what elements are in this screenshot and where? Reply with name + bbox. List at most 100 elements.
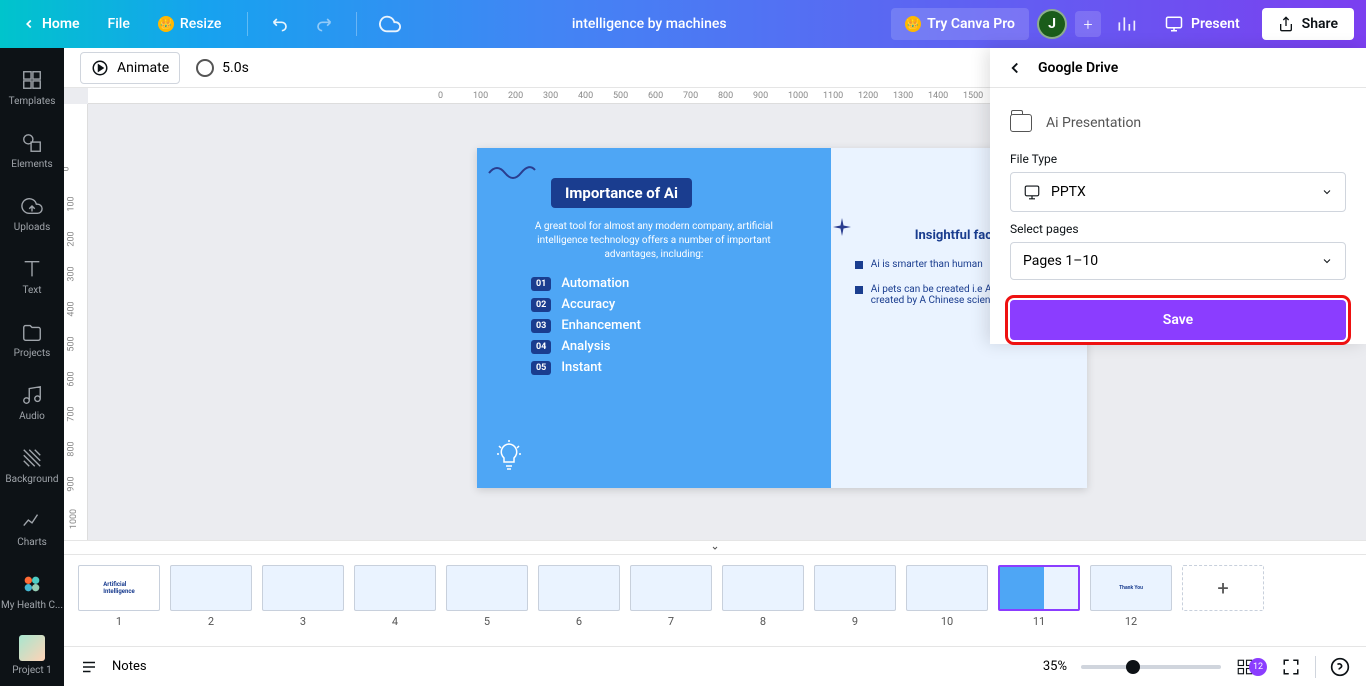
thumbnail[interactable]: Thank You	[1090, 565, 1172, 611]
help-button[interactable]	[1330, 657, 1350, 677]
present-button[interactable]: Present	[1151, 7, 1254, 41]
elements-icon	[20, 131, 44, 155]
chevron-down-icon	[1321, 255, 1333, 267]
add-page-button[interactable]: +	[1182, 565, 1264, 611]
chevron-left-icon	[22, 17, 36, 31]
sidebar-label: Elements	[11, 159, 52, 170]
sidebar-label: My Health C...	[1, 600, 63, 611]
animate-button[interactable]: Animate	[80, 52, 180, 84]
back-icon[interactable]	[1006, 59, 1024, 77]
sidebar-item-audio[interactable]: Audio	[0, 375, 64, 430]
pages-value: Pages 1–10	[1023, 253, 1098, 269]
thumbnail[interactable]	[814, 565, 896, 611]
save-button[interactable]: Save	[1010, 300, 1346, 340]
page-count-badge: 12	[1249, 658, 1267, 676]
slide-list: 01Automation 02Accuracy 03Enhancement 04…	[531, 276, 797, 375]
share-button[interactable]: Share	[1262, 8, 1354, 40]
sidebar-label: Audio	[19, 411, 45, 422]
thumbnail[interactable]	[170, 565, 252, 611]
pages-label: Select pages	[1010, 222, 1346, 236]
sidebar-item-myhealth[interactable]: My Health C...	[0, 564, 64, 619]
vertical-ruler: 0 100 200 300 400 500 600 700 800 900 10…	[64, 104, 88, 554]
filetype-value: PPTX	[1051, 184, 1086, 200]
text-icon	[20, 257, 44, 281]
list-item: 04Analysis	[531, 339, 797, 354]
thumb-number: 9	[852, 615, 858, 628]
resize-button[interactable]: 👑 Resize	[148, 10, 232, 38]
thumbnail[interactable]	[998, 565, 1080, 611]
chevron-down-icon	[709, 544, 721, 552]
templates-icon	[20, 68, 44, 92]
bullet-icon	[855, 286, 863, 294]
panel-title: Google Drive	[1038, 60, 1118, 76]
try-pro-button[interactable]: 👑 Try Canva Pro	[891, 8, 1029, 40]
add-collaborator-button[interactable]: +	[1075, 11, 1101, 37]
list-item: 02Accuracy	[531, 297, 797, 312]
background-icon	[20, 446, 44, 470]
list-item: 03Enhancement	[531, 318, 797, 333]
duration-control[interactable]: 5.0s	[196, 59, 249, 77]
animate-label: Animate	[117, 60, 169, 76]
sidebar-item-text[interactable]: Text	[0, 249, 64, 304]
squiggle-icon	[487, 158, 537, 188]
analytics-button[interactable]	[1109, 7, 1143, 41]
present-label: Present	[1191, 16, 1240, 32]
document-title[interactable]: intelligence by machines	[407, 16, 891, 32]
home-button[interactable]: Home	[12, 10, 90, 38]
cloud-sync-button[interactable]	[373, 7, 407, 41]
animate-icon	[91, 59, 109, 77]
chart-icon	[1116, 14, 1136, 34]
sidebar-item-elements[interactable]: Elements	[0, 123, 64, 178]
filetype-select[interactable]: PPTX	[1010, 172, 1346, 212]
fullscreen-button[interactable]	[1281, 657, 1301, 677]
thumb-number: 7	[668, 615, 674, 628]
notes-icon[interactable]	[80, 658, 98, 676]
left-sidebar: Templates Elements Uploads Text Projects…	[0, 48, 64, 686]
sidebar-item-projects[interactable]: Projects	[0, 312, 64, 367]
sidebar-item-uploads[interactable]: Uploads	[0, 186, 64, 241]
charts-icon	[20, 509, 44, 533]
bullet-icon	[855, 261, 863, 269]
home-label: Home	[42, 16, 80, 32]
thumbnail[interactable]	[446, 565, 528, 611]
thumbnail[interactable]	[906, 565, 988, 611]
topbar-right: 👑 Try Canva Pro J + Present Share	[891, 7, 1354, 41]
undo-button[interactable]	[264, 7, 298, 41]
zoom-slider[interactable]	[1081, 665, 1221, 669]
folder-icon	[20, 320, 44, 344]
collapse-thumbs-button[interactable]	[64, 540, 1366, 554]
redo-button[interactable]	[306, 7, 340, 41]
sidebar-item-templates[interactable]: Templates	[0, 60, 64, 115]
thumb-number: 12	[1125, 615, 1137, 628]
panel-header: Google Drive	[990, 48, 1366, 88]
thumbnail[interactable]	[722, 565, 804, 611]
thumbnail[interactable]	[538, 565, 620, 611]
thumbnail[interactable]	[630, 565, 712, 611]
file-menu[interactable]: File	[98, 10, 140, 38]
thumbnail[interactable]	[262, 565, 344, 611]
sidebar-label: Templates	[9, 96, 56, 107]
user-avatar[interactable]: J	[1037, 9, 1067, 39]
sidebar-label: Uploads	[14, 222, 50, 233]
sidebar-label: Text	[22, 285, 41, 296]
pages-select[interactable]: Pages 1–10	[1010, 242, 1346, 280]
sidebar-item-charts[interactable]: Charts	[0, 501, 64, 556]
list-item: 01Automation	[531, 276, 797, 291]
topbar: Home File 👑 Resize intelligence by machi…	[0, 0, 1366, 48]
slide-left-panel: Importance of Ai A great tool for almost…	[477, 148, 831, 488]
presentation-icon	[1165, 15, 1183, 33]
thumb-number: 2	[208, 615, 214, 628]
sidebar-item-project1[interactable]: Project 1	[0, 627, 64, 684]
app-icon	[20, 572, 44, 596]
file-destination-row[interactable]: Ai Presentation	[1010, 104, 1346, 142]
sidebar-item-background[interactable]: Background	[0, 438, 64, 493]
sidebar-label: Background	[5, 474, 58, 485]
duration-value: 5.0s	[222, 60, 249, 76]
file-name: Ai Presentation	[1046, 115, 1141, 131]
notes-label[interactable]: Notes	[112, 659, 147, 674]
thumbnail[interactable]	[354, 565, 436, 611]
share-icon	[1278, 16, 1294, 32]
pptx-icon	[1023, 183, 1041, 201]
thumb-number: 11	[1033, 615, 1045, 628]
thumbnail[interactable]: ArtificialIntelligence	[78, 565, 160, 611]
